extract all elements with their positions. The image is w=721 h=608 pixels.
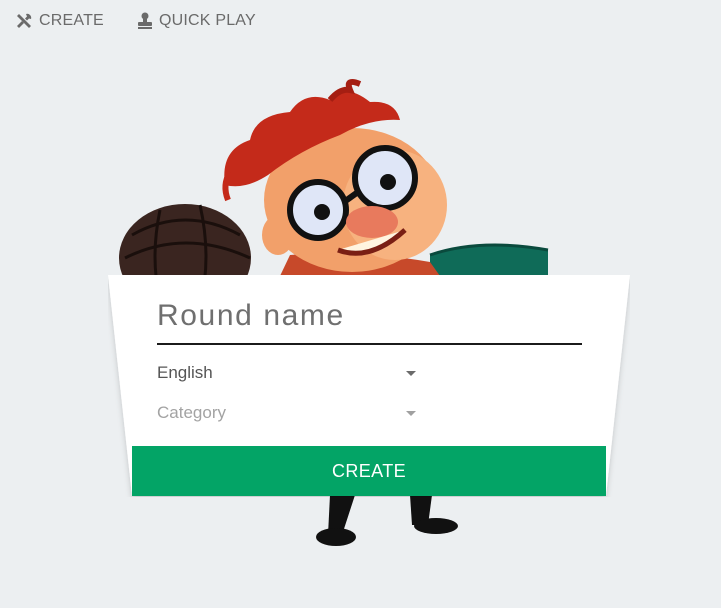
create-round-card: English Category CREATE xyxy=(108,275,630,497)
caret-down-icon xyxy=(406,370,416,376)
category-select-placeholder: Category xyxy=(157,403,226,422)
nav-create-label: CREATE xyxy=(39,12,104,29)
nav-create-link[interactable]: CREATE xyxy=(15,12,104,30)
create-button[interactable]: CREATE xyxy=(132,446,606,496)
nav-quick-play-link[interactable]: QUICK PLAY xyxy=(137,12,256,30)
category-select[interactable]: Category xyxy=(157,399,419,427)
round-name-input[interactable] xyxy=(157,295,582,345)
tools-icon xyxy=(15,12,33,30)
language-select[interactable]: English xyxy=(157,359,419,387)
stamp-icon xyxy=(137,12,153,30)
caret-down-icon xyxy=(406,410,416,416)
create-button-label: CREATE xyxy=(331,460,407,481)
nav-quick-play-label: QUICK PLAY xyxy=(159,12,256,29)
language-select-value: English xyxy=(157,363,213,382)
